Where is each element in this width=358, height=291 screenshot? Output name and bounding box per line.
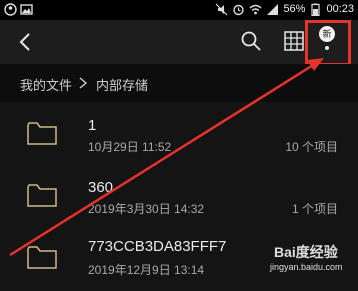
status-bar: 56% 00:23	[0, 0, 358, 20]
status-left	[4, 3, 33, 16]
file-name: 1	[88, 117, 97, 134]
breadcrumb-my-files[interactable]: 我的文件	[20, 75, 72, 94]
breadcrumb-internal-storage[interactable]: 内部存储	[96, 75, 148, 94]
list-item[interactable]: 1 10月29日 11:52 10 个项目	[0, 102, 358, 165]
signal-icon	[267, 4, 279, 15]
notification-icon	[4, 3, 17, 16]
new-badge: 新	[319, 26, 335, 42]
status-right: 56% 00:23	[215, 3, 354, 16]
grid-view-icon[interactable]	[283, 30, 305, 52]
file-count: 10 个项目	[285, 140, 338, 154]
file-date: 2019年12月9日 13:14	[88, 263, 205, 277]
toolbar: 新	[0, 20, 358, 64]
list-item[interactable]: 773CCB3DA83FFF7 2019年12月9日 13:14	[0, 226, 358, 289]
clock: 00:23	[326, 3, 354, 15]
file-count: 1 个项目	[291, 202, 338, 216]
battery-icon	[311, 3, 321, 16]
more-options-button[interactable]: 新	[319, 26, 337, 54]
more-dot-icon	[325, 46, 329, 50]
folder-icon	[27, 122, 57, 145]
battery-level: 56%	[283, 3, 306, 15]
breadcrumb: 我的文件 内部存储	[0, 64, 358, 102]
wifi-icon	[249, 4, 262, 15]
file-name: 773CCB3DA83FFF7	[88, 238, 227, 255]
file-list: 1 10月29日 11:52 10 个项目 360 2019年3月30日 14:…	[0, 102, 358, 291]
mute-icon	[216, 3, 228, 16]
search-icon[interactable]	[240, 30, 262, 52]
file-name: 360	[88, 179, 114, 196]
image-icon	[20, 4, 33, 15]
folder-icon	[27, 246, 57, 269]
alarm-icon	[233, 4, 245, 16]
folder-icon	[27, 184, 57, 207]
file-date: 10月29日 11:52	[88, 140, 172, 154]
back-arrow-icon[interactable]	[16, 31, 36, 53]
list-item[interactable]: 360 2019年3月30日 14:32 1 个项目	[0, 164, 358, 227]
chevron-right-icon	[79, 77, 88, 89]
file-date: 2019年3月30日 14:32	[88, 202, 205, 216]
